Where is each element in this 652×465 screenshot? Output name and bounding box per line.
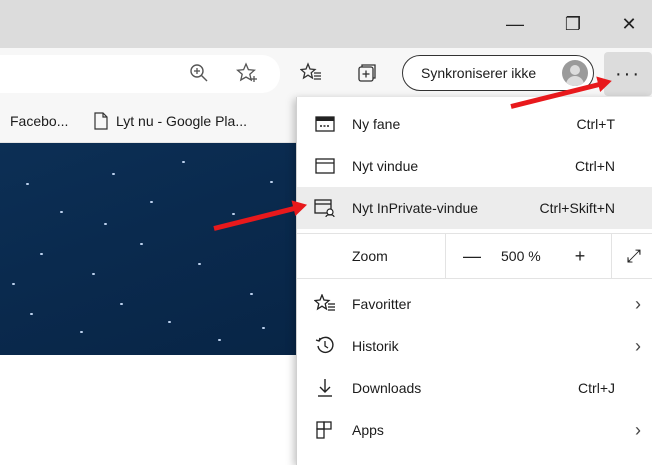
apps-icon [311,409,339,451]
restore-button[interactable]: ❐ [550,0,596,48]
zoom-label: Zoom [352,248,388,264]
more-icon: ··· [615,62,641,85]
menu-item-label: Ny fane [352,116,401,132]
avatar [562,60,588,86]
sync-status-label: Synkroniserer ikke [421,65,537,81]
chevron-right-icon: › [635,335,641,356]
sync-profile-button[interactable]: Synkroniserer ikke [402,55,594,91]
zoom-out-button[interactable]: — [457,234,487,278]
menu-item-shortcut: Ctrl+N [574,158,615,174]
settings-more-button[interactable]: ··· [604,52,652,96]
menu-item-favorites[interactable]: Favoritter › [297,283,652,325]
zoom-value: 500 % [501,248,541,264]
favorites-icon [311,283,339,325]
menu-item-label: Nyt vindue [352,158,419,174]
menu-item-shortcut: Ctrl+J [578,380,615,396]
title-bar: — ❐ ✕ [0,0,652,48]
menu-item-new-tab[interactable]: Ny fane Ctrl+T [297,103,652,145]
menu-item-label: Downloads [352,380,422,396]
fullscreen-button[interactable]: ⤢ [619,234,649,278]
menu-item-apps[interactable]: Apps › [297,409,652,451]
inprivate-icon [311,187,339,229]
menu-item-label: Nyt InPrivate-vindue [352,200,479,216]
menu-item-label: Historik [352,338,399,354]
favorite-label: Lyt nu - Google Pla... [116,113,247,129]
menu-item-downloads[interactable]: Downloads Ctrl+J [297,367,652,409]
history-icon [311,325,339,367]
collections-icon[interactable] [354,60,380,86]
chevron-right-icon: › [635,293,641,314]
settings-menu: Ny fane Ctrl+T Nyt vindue Ctrl+N Nyt InP… [296,97,652,465]
chevron-right-icon: › [635,419,641,440]
add-favorite-icon[interactable] [234,60,260,86]
menu-item-partial [297,451,652,465]
divider [445,234,446,278]
zoom-in-icon[interactable] [186,60,212,86]
favorite-label: Facebo... [10,113,69,129]
menu-item-label: Apps [352,422,384,438]
download-icon [311,367,339,409]
page-background-image [0,143,296,355]
new-tab-icon [311,103,339,145]
zoom-in-button[interactable]: + [565,234,595,278]
menu-item-history[interactable]: Historik › [297,325,652,367]
favorite-item-google-play[interactable]: Lyt nu - Google Pla... [94,100,247,142]
favorite-item-facebook[interactable]: Facebo... [10,100,68,142]
menu-item-shortcut: Ctrl+T [576,116,616,132]
menu-item-label: Favoritter [352,296,412,312]
close-button[interactable]: ✕ [606,0,652,48]
zoom-row: Zoom — 500 % + ⤢ [297,233,652,279]
page-icon [94,112,108,130]
menu-item-shortcut: Ctrl+Skift+N [539,200,615,216]
new-window-icon [311,145,339,187]
menu-item-new-inprivate-window[interactable]: Nyt InPrivate-vindue Ctrl+Skift+N [297,187,652,229]
divider [611,234,612,278]
minimize-button[interactable]: — [492,0,538,48]
menu-item-new-window[interactable]: Nyt vindue Ctrl+N [297,145,652,187]
favorites-icon[interactable] [298,60,324,86]
